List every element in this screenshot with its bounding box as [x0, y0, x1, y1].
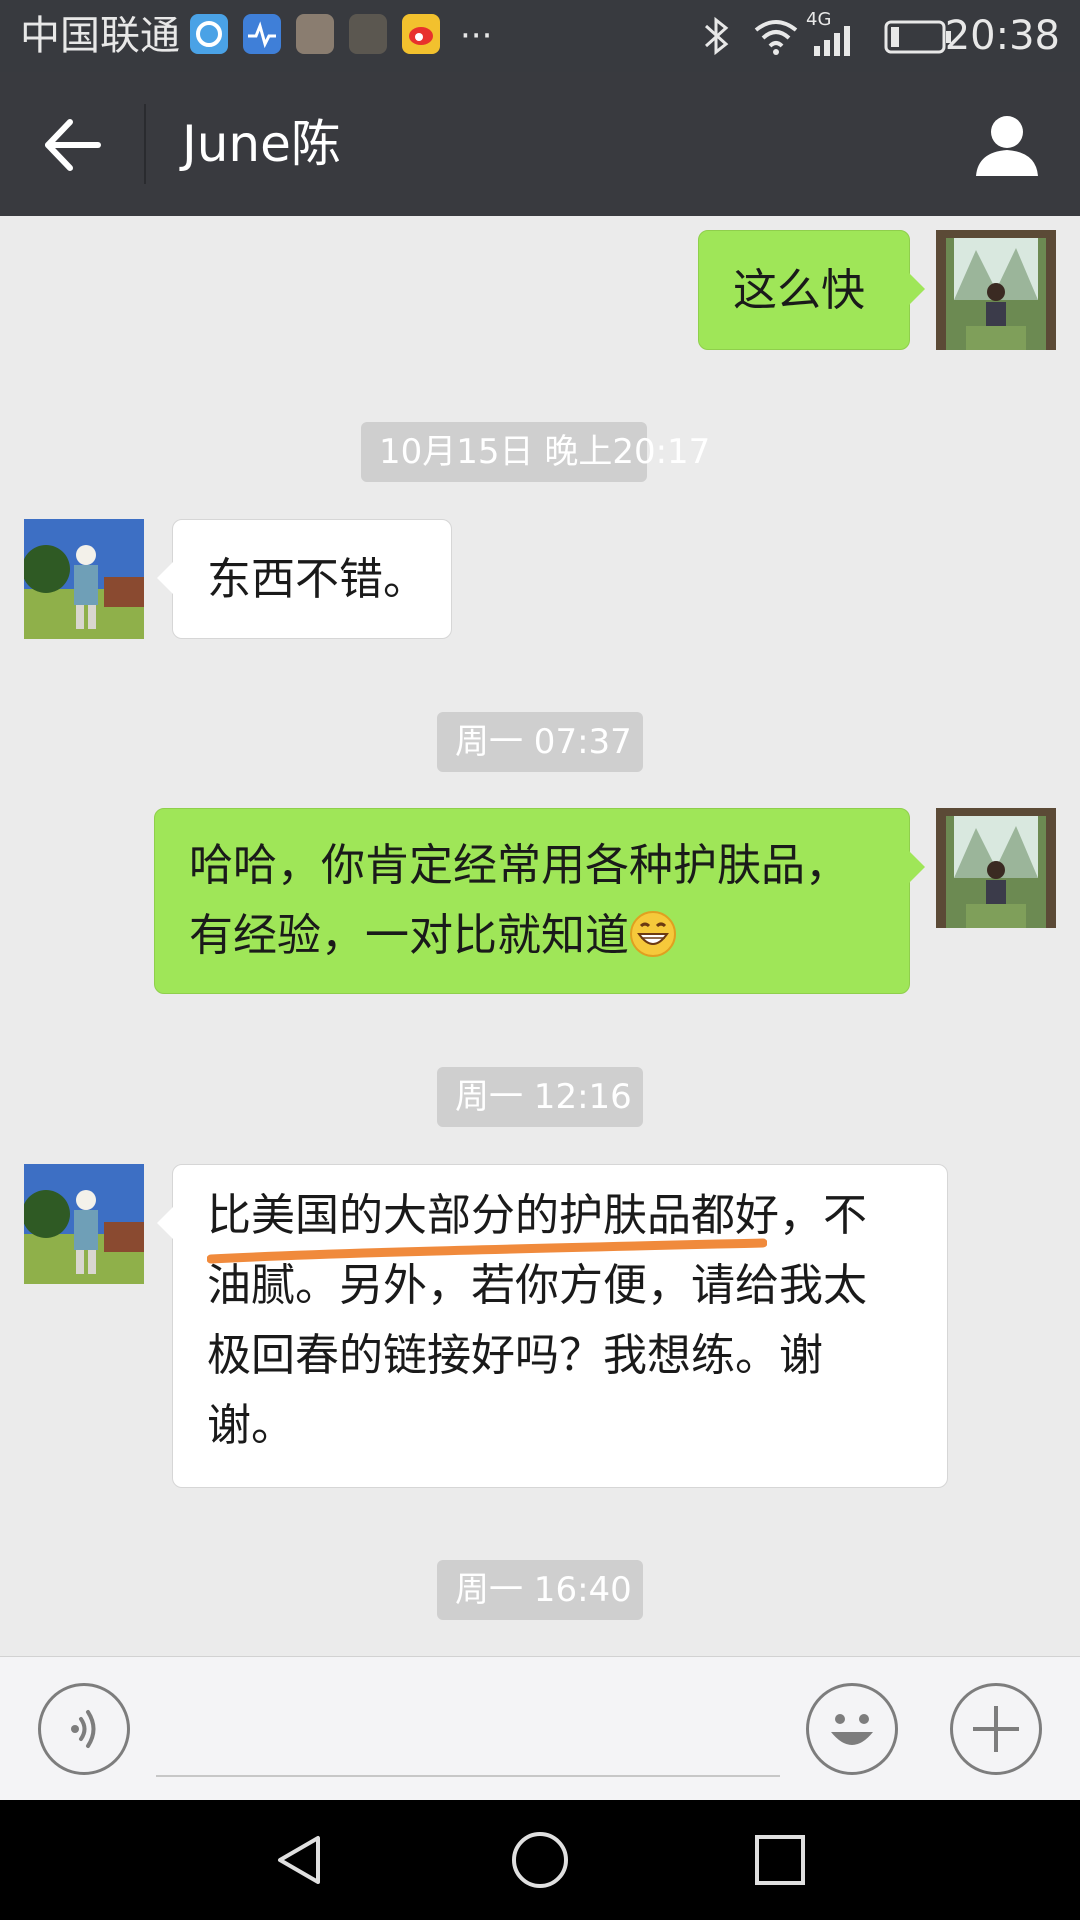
back-arrow-icon[interactable] [40, 112, 106, 178]
contact-avatar[interactable] [24, 1164, 144, 1284]
battery-icon [884, 20, 951, 54]
more-notifications: ··· [460, 16, 493, 56]
weibo-icon [402, 14, 440, 54]
nav-recent-icon[interactable] [752, 1832, 808, 1888]
my-avatar[interactable] [936, 230, 1056, 350]
heart-rate-icon [243, 14, 281, 54]
carrier-name: 中国联通 [20, 13, 180, 59]
photo-icon [296, 14, 334, 54]
signal-icon [814, 26, 850, 56]
message-text: 这么快 [733, 265, 865, 316]
nav-back-icon[interactable] [272, 1832, 328, 1888]
photo-icon-2 [349, 14, 387, 54]
plus-icon [973, 1706, 1019, 1752]
message-input[interactable] [156, 1775, 780, 1777]
highlight-underline [207, 1238, 767, 1264]
voice-icon [71, 1710, 96, 1748]
profile-icon[interactable] [972, 110, 1042, 180]
contact-avatar[interactable] [24, 519, 144, 639]
incoming-message-bubble[interactable]: 比美国的大部分的护肤品都好，不 油腻。另外，若你方便，请给我太 极回春的链接好吗… [157, 1164, 948, 1488]
timestamp: 周一 12:16 [437, 1067, 643, 1127]
status-bar: 中国联通 ··· 4G 20:38 [0, 0, 1080, 72]
message-text-line: 有经验，一对比就知道 [189, 901, 909, 971]
chat-area[interactable]: 这么快 10月15日 晚上20:17 东西不错。 周一 07:37 哈哈，你肯定… [0, 216, 1080, 1656]
title-bar: June陈 [0, 72, 1080, 216]
grinning-face-icon [630, 911, 676, 957]
emoji-icon [831, 1714, 873, 1745]
app-icon-1 [190, 14, 228, 54]
voice-button[interactable] [38, 1683, 130, 1775]
clock: 20:38 [944, 13, 1060, 59]
chat-title: June陈 [182, 115, 341, 173]
outgoing-message-bubble[interactable]: 这么快 [698, 230, 925, 350]
title-divider [144, 104, 146, 184]
message-text: 东西不错。 [207, 554, 427, 605]
message-text-line: 哈哈，你肯定经常用各种护肤品， [189, 840, 849, 891]
outgoing-message-bubble[interactable]: 哈哈，你肯定经常用各种护肤品， 有经验，一对比就知道 [154, 808, 925, 994]
incoming-message-bubble[interactable]: 东西不错。 [157, 519, 452, 639]
nav-home-icon[interactable] [510, 1830, 570, 1890]
more-button[interactable] [950, 1683, 1042, 1775]
bluetooth-icon [704, 16, 729, 56]
input-bar [0, 1656, 1080, 1801]
message-text-line: 谢。 [207, 1400, 295, 1451]
navigation-bar [0, 1800, 1080, 1920]
message-text-line: 极回春的链接好吗？我想练。谢 [207, 1330, 823, 1381]
wifi-icon [754, 20, 798, 55]
emoji-button[interactable] [806, 1683, 898, 1775]
timestamp: 周一 07:37 [437, 712, 643, 772]
my-avatar[interactable] [936, 808, 1056, 928]
timestamp: 周一 16:40 [437, 1560, 643, 1620]
timestamp: 10月15日 晚上20:17 [361, 422, 710, 482]
